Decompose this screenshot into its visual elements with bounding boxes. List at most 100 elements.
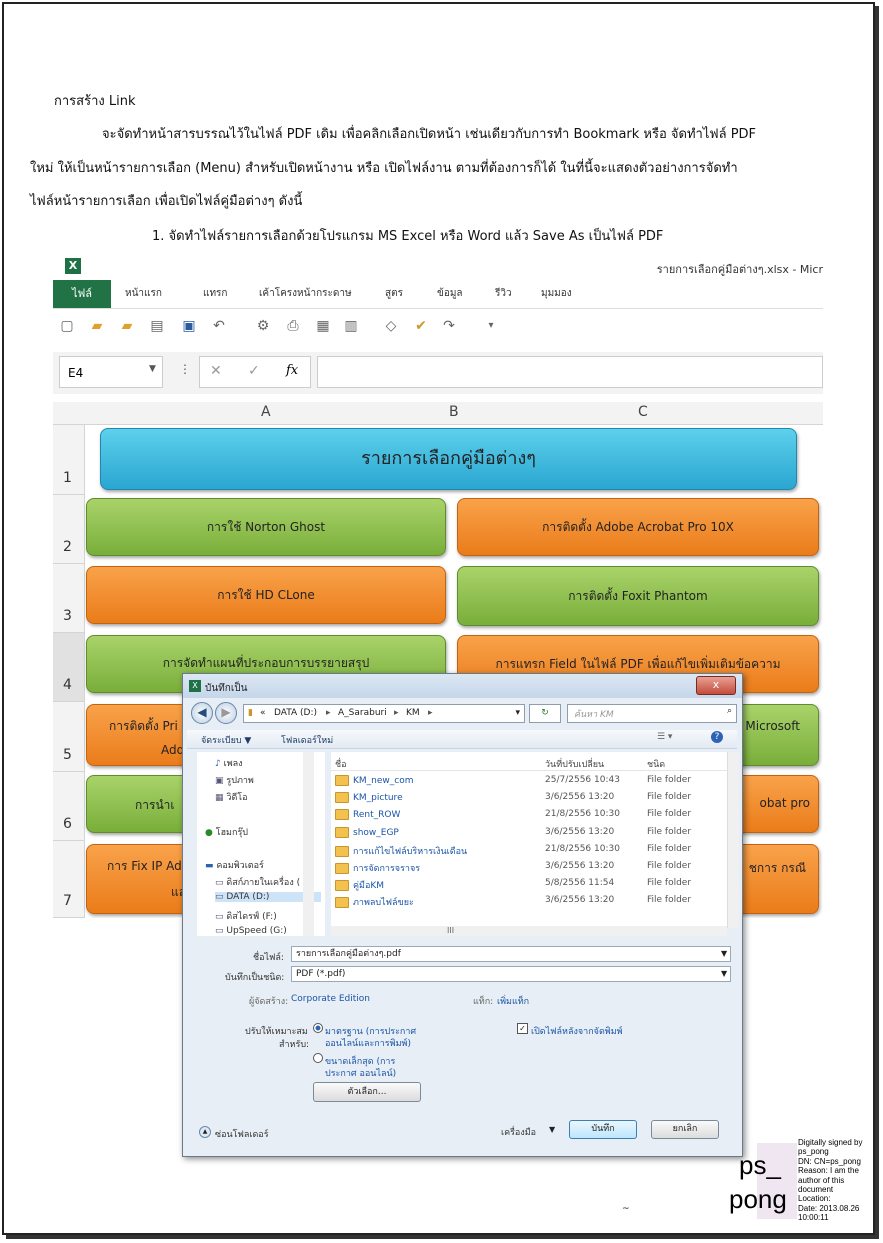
hide-folders-icon[interactable]: ▲ — [199, 1126, 211, 1138]
save-icon[interactable]: ▣ — [181, 318, 197, 334]
forward-icon[interactable]: ▶ — [215, 702, 237, 724]
file-row[interactable]: Rent_ROW 21/8/2556 10:30 File folder — [331, 806, 727, 823]
row-header-2[interactable]: 2 — [53, 495, 85, 564]
row-header-1[interactable]: 1 — [53, 425, 85, 495]
cancel-icon[interactable]: ✕ — [210, 363, 222, 379]
tab-formulas[interactable]: สูตร — [385, 286, 403, 301]
view-options-icon[interactable]: ☰ ▾ — [657, 732, 672, 742]
options-button[interactable]: ตัวเลือก... — [313, 1082, 421, 1102]
file-row[interactable]: show_EGP 3/6/2556 13:20 File folder — [331, 824, 727, 841]
author-value[interactable]: Corporate Edition — [291, 994, 370, 1004]
hd-clone-button[interactable]: การใช้ HD CLone — [86, 566, 446, 624]
col-type-header[interactable]: ชนิด — [647, 757, 665, 771]
col-date-header[interactable]: วันที่ปรับเปลี่ยน — [545, 757, 604, 771]
scroll-thumb[interactable]: III — [447, 926, 454, 935]
customize-qat-icon[interactable]: ▾ — [483, 318, 499, 334]
format-painter-icon[interactable]: ✔ — [413, 318, 429, 334]
hide-folders-link[interactable]: ซ่อนโฟลเดอร์ — [215, 1127, 269, 1141]
organize-button[interactable]: จัดระเบียบ ▼ — [201, 733, 251, 747]
function-icon[interactable]: fx — [286, 363, 298, 378]
enter-icon[interactable]: ✓ — [248, 363, 260, 379]
undo-icon[interactable]: ↶ — [211, 318, 227, 334]
new-folder-button[interactable]: โฟลเดอร์ใหม่ — [281, 733, 333, 747]
savetype-select[interactable]: PDF (*.pdf) — [291, 966, 731, 982]
file-row[interactable]: การจัดการจราจร 3/6/2556 13:20 File folder — [331, 858, 727, 875]
close-button[interactable]: x — [696, 676, 736, 695]
address-saraburi[interactable]: A_Saraburi — [338, 705, 387, 722]
norton-ghost-button[interactable]: การใช้ Norton Ghost — [86, 498, 446, 556]
nav-computer[interactable]: ▬ คอมพิวเตอร์ — [205, 858, 264, 872]
print-preview-icon[interactable]: ▤ — [149, 318, 165, 334]
row-header-6[interactable]: 6 — [53, 772, 85, 841]
search-icon[interactable]: ⌕ — [727, 706, 732, 716]
search-box[interactable]: ค้นหา KM ⌕ — [567, 704, 737, 723]
tab-home[interactable]: หน้าแรก — [125, 286, 162, 301]
row-header-5[interactable]: 5 — [53, 702, 85, 772]
formula-input[interactable] — [317, 356, 823, 388]
horizontal-scrollbar[interactable]: III — [331, 926, 727, 936]
nav-dvd-drive[interactable]: ▭ ดิสไดรฟ์ (F:) — [215, 909, 277, 923]
nav-videos[interactable]: ▦ วิดีโอ — [215, 790, 248, 804]
tools-dropdown-icon[interactable]: ▼ — [549, 1125, 555, 1134]
nav-music[interactable]: ♪ เพลง — [215, 756, 243, 770]
row-header-7[interactable]: 7 — [53, 841, 85, 918]
folder-icon[interactable]: ▰ — [119, 318, 135, 334]
adobe-acrobat-button[interactable]: การติดตั้ง Adobe Acrobat Pro 10X — [457, 498, 819, 556]
filename-dropdown-icon[interactable]: ▼ — [721, 949, 727, 958]
nav-local-disk[interactable]: ▭ ดิสก์ภายในเครื่อง ( — [215, 875, 300, 889]
address-drive[interactable]: DATA (D:) — [274, 705, 317, 722]
folder-icon — [335, 845, 349, 857]
tags-value[interactable]: เพิ่มแท็ก — [497, 994, 529, 1008]
address-km[interactable]: KM — [406, 705, 420, 722]
tab-view[interactable]: มุมมอง — [541, 286, 572, 301]
file-list-scrollbar[interactable] — [727, 752, 739, 928]
address-dropdown-icon[interactable]: ▾ — [515, 705, 520, 722]
cancel-button[interactable]: ยกเลิก — [651, 1120, 719, 1139]
name-box[interactable]: E4 — [59, 356, 163, 388]
nav-upspeed[interactable]: ▭ UpSpeed (G:) — [215, 926, 287, 936]
cabinet-icon[interactable]: ▥ — [343, 318, 359, 334]
nav-pictures[interactable]: ▣ รูปภาพ — [215, 773, 254, 787]
radio-minimum[interactable] — [313, 1053, 323, 1063]
folder-icon — [335, 792, 349, 804]
publish-icon[interactable]: ⚙ — [255, 318, 271, 334]
col-name-header[interactable]: ชื่อ — [335, 757, 347, 771]
file-row[interactable]: KM_picture 3/6/2556 13:20 File folder — [331, 789, 727, 806]
redo-icon[interactable]: ↷ — [441, 318, 457, 334]
help-icon[interactable]: ? — [711, 731, 723, 743]
column-a-header[interactable]: A — [261, 404, 271, 420]
refresh-icon[interactable]: ↻ — [529, 704, 561, 723]
address-bar[interactable]: ▮ « DATA (D:) ▸ A_Saraburi ▸ KM ▸ ▾ — [243, 704, 525, 723]
radio-standard[interactable] — [313, 1023, 323, 1033]
tab-page-layout[interactable]: เค้าโครงหน้ากระดาษ — [259, 286, 352, 301]
select-icon[interactable]: ◇ — [383, 318, 399, 334]
foxit-phantom-button[interactable]: การติดตั้ง Foxit Phantom — [457, 566, 819, 626]
navpane-scrollbar[interactable] — [303, 752, 314, 936]
new-file-icon[interactable]: ▢ — [59, 318, 75, 334]
tab-data[interactable]: ข้อมูล — [437, 286, 463, 301]
filename-input[interactable]: รายการเลือกคู่มือต่างๆ.pdf — [291, 946, 731, 962]
tools-menu[interactable]: เครื่องมือ — [501, 1125, 536, 1139]
column-c-header[interactable]: C — [638, 404, 648, 420]
menu-title-button[interactable]: รายการเลือกคู่มือต่างๆ — [100, 428, 797, 490]
open-after-checkbox[interactable]: ✓ — [517, 1023, 528, 1034]
print-icon[interactable]: ⎙ — [285, 318, 301, 334]
column-b-header[interactable]: B — [449, 404, 459, 420]
address-overflow[interactable]: « — [260, 705, 266, 722]
screen-icon[interactable]: ▦ — [315, 318, 331, 334]
save-button[interactable]: บันทึก — [569, 1120, 637, 1139]
tab-insert[interactable]: แทรก — [203, 286, 227, 301]
nav-homegroup[interactable]: ● โฮมกรุ๊ป — [205, 825, 248, 839]
tab-review[interactable]: รีวิว — [495, 286, 512, 301]
file-row[interactable]: ภาพลบไฟล์ขยะ 3/6/2556 13:20 File folder — [331, 892, 727, 909]
back-icon[interactable]: ◀ — [191, 702, 213, 724]
name-box-dropdown-icon[interactable]: ▼ — [149, 364, 156, 374]
savetype-dropdown-icon[interactable]: ▼ — [721, 969, 727, 978]
tab-file[interactable]: ไฟล์ — [53, 280, 111, 308]
open-folder-icon[interactable]: ▰ — [89, 318, 105, 334]
file-row[interactable]: คู่มือKM 5/8/2556 11:54 File folder — [331, 875, 727, 892]
file-row[interactable]: KM_new_com 25/7/2556 10:43 File folder — [331, 772, 727, 789]
row-header-3[interactable]: 3 — [53, 564, 85, 633]
row-header-4[interactable]: 4 — [53, 633, 85, 702]
file-row[interactable]: การแก้ไขไฟล์บริหารเงินเดือน 21/8/2556 10:… — [331, 841, 727, 858]
